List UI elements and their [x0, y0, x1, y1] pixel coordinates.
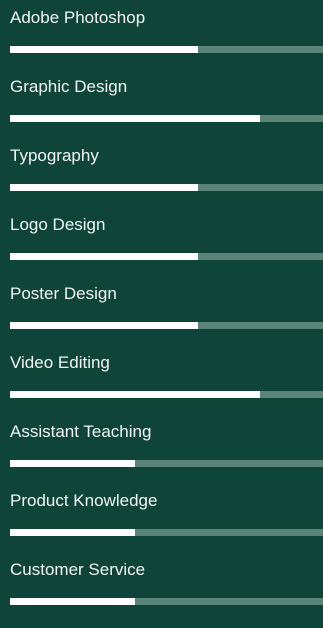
skill-item-typography: Typography: [0, 138, 323, 198]
skill-item-graphic-design: Graphic Design: [0, 69, 323, 129]
skill-progress-fill: [10, 529, 136, 536]
skill-progress-fill: [10, 391, 261, 398]
skill-label: Product Knowledge: [10, 491, 158, 510]
skill-label: Customer Service: [10, 560, 146, 579]
skill-label: Graphic Design: [10, 77, 128, 96]
skill-progress-track: [10, 184, 323, 191]
skill-progress-fill: [10, 253, 198, 260]
skill-progress-fill: [10, 115, 261, 122]
skill-progress-track: [10, 598, 323, 605]
skill-progress-track: [10, 391, 323, 398]
skill-progress-track: [10, 115, 323, 122]
skill-progress-fill: [10, 46, 198, 53]
skill-label: Logo Design: [10, 215, 106, 234]
skill-label: Typography: [10, 146, 99, 165]
skill-progress-fill: [10, 184, 198, 191]
skill-label: Video Editing: [10, 353, 110, 372]
skill-item-assistant-teaching: Assistant Teaching: [0, 414, 323, 474]
skill-item-video-editing: Video Editing: [0, 345, 323, 405]
skill-item-poster-design: Poster Design: [0, 276, 323, 336]
skill-item-product-knowledge: Product Knowledge: [0, 483, 323, 543]
skill-item-adobe-photoshop: Adobe Photoshop: [0, 0, 323, 60]
skill-progress-track: [10, 529, 323, 536]
skill-progress-fill: [10, 598, 136, 605]
skills-list: Adobe Photoshop Graphic Design Typograph…: [0, 0, 323, 628]
skill-item-logo-design: Logo Design: [0, 207, 323, 267]
skill-label: Adobe Photoshop: [10, 8, 146, 27]
skill-progress-track: [10, 46, 323, 53]
skill-progress-track: [10, 322, 323, 329]
skill-label: Poster Design: [10, 284, 117, 303]
skill-progress-fill: [10, 322, 198, 329]
skill-label: Assistant Teaching: [10, 422, 152, 441]
skill-item-customer-service: Customer Service: [0, 552, 323, 612]
skill-progress-fill: [10, 460, 136, 467]
skill-progress-track: [10, 253, 323, 260]
skill-progress-track: [10, 460, 323, 467]
